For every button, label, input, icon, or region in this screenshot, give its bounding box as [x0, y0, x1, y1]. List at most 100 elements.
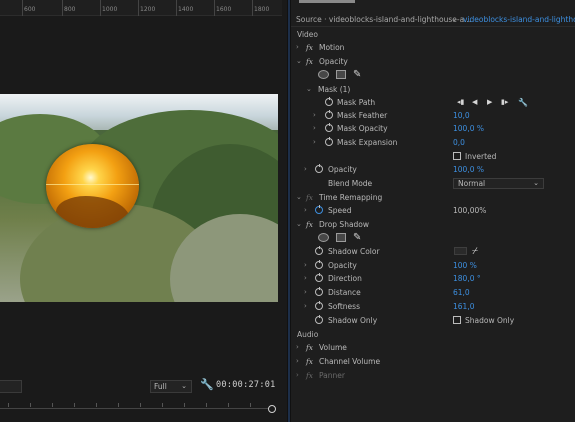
param-value[interactable]: 100 % [453, 259, 477, 272]
chevron-right-icon[interactable]: › [313, 136, 316, 149]
inverted-checkbox[interactable] [453, 152, 461, 160]
ruler-mark [252, 0, 253, 16]
param-softness: › Softness 161,0 [291, 300, 575, 313]
fx-icon[interactable]: fx [306, 218, 313, 231]
play-forward-icon[interactable]: ▶ [487, 96, 492, 109]
wrench-icon[interactable]: 🔧 [200, 378, 214, 392]
chevron-right-icon[interactable]: › [296, 341, 299, 354]
effect-row-volume[interactable]: › fx Volume [291, 341, 575, 354]
param-value[interactable]: 180,0 ° [453, 272, 481, 285]
effect-label: Time Remapping [319, 193, 383, 202]
param-value[interactable]: 161,0 [453, 300, 474, 313]
chevron-down-icon[interactable]: ⌄ [296, 191, 302, 204]
eyedropper-icon[interactable]: ⌿ [472, 245, 478, 258]
clip-name[interactable]: videoblocks-island-and-lighthouse [463, 15, 575, 24]
effect-label: Volume [319, 343, 347, 352]
chevron-down-icon[interactable]: ⌄ [296, 218, 302, 231]
ruler-tick: 1800 [254, 6, 270, 13]
source-label[interactable]: Source · videoblocks-island-and-lighthou… [296, 15, 471, 24]
monitor-controls: Full ⌄ 🔧 00:00:27:01 [0, 376, 287, 398]
mask-row[interactable]: ⌄ Mask (1) [291, 83, 575, 96]
fx-icon[interactable]: fx [306, 369, 313, 382]
blend-mode-dropdown[interactable]: Normal ⌄ [453, 178, 544, 189]
stopwatch-icon[interactable] [315, 301, 323, 310]
step-back-icon[interactable]: ◀ [472, 96, 477, 109]
stopwatch-icon[interactable] [325, 123, 333, 132]
pen-tool-icon[interactable]: ✎ [353, 231, 361, 244]
chevron-right-icon[interactable]: › [304, 204, 307, 217]
playhead-handle[interactable] [268, 405, 276, 413]
color-swatch[interactable] [454, 247, 467, 255]
chevron-down-icon[interactable]: ⌄ [451, 14, 458, 23]
effect-row-panner[interactable]: › fx Panner [291, 369, 575, 382]
chevron-right-icon[interactable]: › [313, 109, 316, 122]
track-backward-icon[interactable]: ◂▮ [457, 96, 464, 109]
effect-row-motion[interactable]: › fx Motion [291, 41, 575, 54]
param-shadow-color: Shadow Color ⌿ [291, 245, 575, 258]
panel-tab-strip[interactable] [291, 0, 575, 4]
rectangle-mask-icon[interactable] [336, 70, 346, 79]
video-section-header: Video [291, 28, 575, 41]
chevron-right-icon[interactable]: › [304, 286, 307, 299]
effect-row-time-remapping[interactable]: ⌄ fx Time Remapping [291, 191, 575, 204]
track-forward-icon[interactable]: ▮▸ [501, 96, 508, 109]
stopwatch-icon[interactable] [315, 287, 323, 296]
effect-row-opacity[interactable]: ⌄ fx Opacity [291, 55, 575, 68]
effect-row-drop-shadow[interactable]: ⌄ fx Drop Shadow [291, 218, 575, 231]
param-value[interactable]: 100,0 % [453, 163, 484, 176]
chevron-right-icon[interactable]: › [304, 300, 307, 313]
stopwatch-icon[interactable] [315, 164, 323, 173]
chevron-down-icon[interactable]: ⌄ [296, 55, 302, 68]
param-shadow-only: Shadow Only Shadow Only [291, 314, 575, 327]
shadow-only-checkbox[interactable] [453, 316, 461, 324]
chevron-right-icon[interactable]: › [304, 272, 307, 285]
fx-icon[interactable]: fx [306, 341, 313, 354]
chevron-right-icon[interactable]: › [304, 163, 307, 176]
param-value[interactable]: 0,0 [453, 136, 465, 149]
stopwatch-icon[interactable] [315, 273, 323, 282]
fx-icon[interactable]: fx [306, 55, 313, 68]
chevron-right-icon[interactable]: › [296, 41, 299, 54]
param-label: Blend Mode [328, 179, 373, 188]
rectangle-mask-icon[interactable] [336, 233, 346, 242]
wrench-icon[interactable]: 🔧 [518, 96, 528, 109]
chevron-right-icon[interactable]: › [296, 355, 299, 368]
scrub-tick [52, 403, 53, 407]
stopwatch-icon[interactable] [315, 205, 323, 214]
ruler-mark [62, 0, 63, 16]
param-value[interactable]: 10,0 [453, 109, 470, 122]
ellipse-mask-icon[interactable] [318, 233, 329, 242]
chevron-right-icon[interactable]: › [304, 259, 307, 272]
ellipse-mask-icon[interactable] [318, 70, 329, 79]
fx-icon[interactable]: fx [306, 355, 313, 368]
chevron-down-icon[interactable]: ⌄ [306, 83, 312, 96]
param-value[interactable]: 100,0 % [453, 122, 484, 135]
stopwatch-icon[interactable] [315, 260, 323, 269]
video-frame[interactable] [0, 94, 278, 302]
scrub-tick [96, 403, 97, 407]
fx-icon[interactable]: fx [306, 191, 313, 204]
effect-label: Panner [319, 371, 345, 380]
timeline-ruler[interactable]: 600 800 1000 1200 1400 1600 1800 [0, 0, 282, 16]
stopwatch-icon[interactable] [315, 246, 323, 255]
ruler-mark [100, 0, 101, 16]
chevron-right-icon[interactable]: › [296, 369, 299, 382]
active-tab-indicator [299, 0, 355, 3]
stopwatch-icon[interactable] [315, 315, 323, 324]
chevron-right-icon[interactable]: › [313, 122, 316, 135]
param-value[interactable]: 100,00% [453, 204, 486, 217]
stopwatch-icon[interactable] [325, 137, 333, 146]
stopwatch-icon[interactable] [325, 97, 333, 106]
resolution-dropdown[interactable]: Full ⌄ [150, 380, 192, 393]
mask-tools-row: ✎ [291, 68, 575, 81]
zoom-dropdown[interactable] [0, 380, 22, 393]
param-mask-opacity: › Mask Opacity 100,0 % [291, 122, 575, 135]
fx-icon[interactable]: fx [306, 41, 313, 54]
playback-scrubber[interactable] [0, 400, 280, 422]
timecode-display[interactable]: 00:00:27:01 [216, 380, 276, 390]
masked-sunset-overlay[interactable] [46, 144, 139, 228]
effect-row-channel-volume[interactable]: › fx Channel Volume [291, 355, 575, 368]
pen-tool-icon[interactable]: ✎ [353, 68, 361, 81]
stopwatch-icon[interactable] [325, 110, 333, 119]
param-value[interactable]: 61,0 [453, 286, 470, 299]
